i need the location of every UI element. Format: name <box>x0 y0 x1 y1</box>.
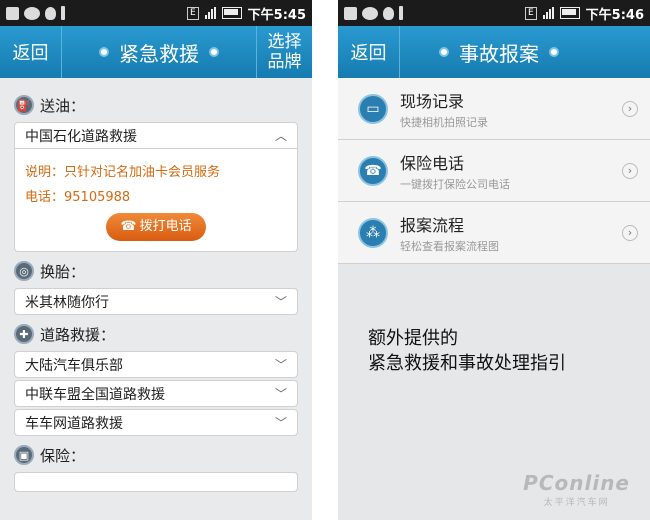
battery-icon <box>559 7 580 19</box>
chevron-down-icon: ﹀ <box>274 387 287 401</box>
chevron-down-icon: ﹀ <box>274 295 287 309</box>
feature-caption: 额外提供的 紧急救援和事故处理指引 <box>368 326 566 376</box>
fuel-provider-value: 中国石化道路救援 <box>25 128 137 145</box>
road-provider-select[interactable]: 大陆汽车俱乐部 ﹀ <box>14 351 298 378</box>
road-provider-value: 中联车盟全国道路救援 <box>25 386 165 403</box>
telephone-icon: ☎ <box>120 219 137 234</box>
page-title-wrap: 紧急救援 <box>62 38 256 67</box>
debug-icon <box>383 6 394 20</box>
signal-icon <box>542 7 554 19</box>
section-insurance: ▣ 保险： <box>14 442 298 468</box>
list-item-subtitle: 一键拨打保险公司电话 <box>400 177 510 191</box>
section-fuel-label: 送油： <box>40 96 86 115</box>
nav-bar: 返回 事故报案 <box>338 26 650 78</box>
road-rescue-icon: ✚ <box>14 324 34 344</box>
back-button[interactable]: 返回 <box>338 26 400 78</box>
road-provider-select[interactable]: 车车网道路救援 ﹀ <box>14 409 298 436</box>
watermark-subtitle: 太平洋汽车网 <box>543 498 610 508</box>
title-dot-icon <box>549 47 559 57</box>
chevron-right-icon: › <box>622 162 638 179</box>
list-item-title: 报案流程 <box>400 215 465 235</box>
list-item-scene-record[interactable]: ▭ 现场记录 快捷相机拍照记录 › <box>338 78 650 140</box>
section-fuel: ⛽ 送油： <box>14 92 298 118</box>
road-provider-value: 车车网道路救援 <box>25 415 123 432</box>
list-item-insurance-phone[interactable]: ☎ 保险电话 一键拨打保险公司电话 › <box>338 140 650 202</box>
left-phone-screen: E 下午5:45 返回 紧急救援 选择 品牌 ⛽ 送油： 中国石化道路救援 ︿ 说… <box>0 0 312 520</box>
fuel-phone: 电话：95105988 <box>25 190 131 205</box>
section-insurance-label: 保险： <box>40 446 86 465</box>
notification-icon <box>344 6 357 20</box>
section-tire-label: 换胎： <box>40 262 86 281</box>
select-brand-line1: 选择 <box>267 32 302 52</box>
flow-icon: ⁂ <box>358 217 388 248</box>
chevron-down-icon: ﹀ <box>274 416 287 430</box>
status-bar: E 下午5:46 <box>338 0 650 26</box>
cloud-icon <box>24 6 40 20</box>
chevron-right-icon: › <box>622 100 638 117</box>
cloud-icon <box>362 6 378 20</box>
title-dot-icon <box>99 47 109 57</box>
road-provider-value: 大陆汽车俱乐部 <box>25 357 123 374</box>
fuel-icon: ⛽ <box>14 95 34 115</box>
signal-icon <box>204 7 216 19</box>
tire-provider-value: 米其林随你行 <box>25 294 109 311</box>
battery-icon <box>221 7 242 19</box>
caption-line-2: 紧急救援和事故处理指引 <box>368 353 566 374</box>
tire-icon: ◎ <box>14 261 34 281</box>
title-dot-icon <box>209 47 219 57</box>
debug-icon <box>45 6 56 20</box>
call-button[interactable]: ☎ 拨打电话 <box>106 213 206 241</box>
fuel-provider-select[interactable]: 中国石化道路救援 ︿ <box>14 122 298 149</box>
nav-bar: 返回 紧急救援 选择 品牌 <box>0 26 312 78</box>
network-type-badge: E <box>524 6 537 20</box>
tire-provider-select[interactable]: 米其林随你行 ﹀ <box>14 288 298 315</box>
watermark-logo: PConline <box>523 471 630 495</box>
fuel-note: 说明：只针对记名加油卡会员服务 <box>25 165 221 180</box>
call-button-label: 拨打电话 <box>139 219 192 234</box>
telephone-icon: ☎ <box>358 155 388 186</box>
page-title: 紧急救援 <box>119 41 199 66</box>
status-time: 下午5:45 <box>247 7 306 23</box>
right-phone-screen: E 下午5:46 返回 事故报案 ▭ 现场记录 快捷相机拍照记录 › ☎ 保险电… <box>338 0 650 520</box>
insurance-provider-select[interactable] <box>14 472 298 492</box>
chevron-right-icon: › <box>622 224 638 241</box>
chevron-up-icon: ︿ <box>274 129 287 143</box>
watermark: PConline 太平洋汽车网 <box>523 471 630 508</box>
list-item-report-flow[interactable]: ⁂ 报案流程 轻松查看报案流程图 › <box>338 202 650 264</box>
list-item-subtitle: 轻松查看报案流程图 <box>400 239 499 253</box>
status-time: 下午5:46 <box>585 7 644 23</box>
lock-icon: ▣ <box>14 445 34 465</box>
rescue-content: ⛽ 送油： 中国石化道路救援 ︿ 说明：只针对记名加油卡会员服务 电话：9510… <box>0 78 312 492</box>
network-type-badge: E <box>186 6 199 20</box>
page-title: 事故报案 <box>459 41 539 66</box>
usb-icon <box>61 6 65 20</box>
list-item-title: 保险电话 <box>400 153 465 173</box>
accident-menu-list: ▭ 现场记录 快捷相机拍照记录 › ☎ 保险电话 一键拨打保险公司电话 › ⁂ … <box>338 78 650 264</box>
road-provider-select[interactable]: 中联车盟全国道路救援 ﹀ <box>14 380 298 407</box>
fuel-info-panel: 说明：只针对记名加油卡会员服务 电话：95105988 ☎ 拨打电话 <box>14 149 298 252</box>
section-road: ✚ 道路救援： <box>14 321 298 347</box>
chevron-down-icon: ﹀ <box>274 358 287 372</box>
usb-icon <box>399 6 403 20</box>
camera-icon: ▭ <box>358 93 388 124</box>
caption-line-1: 额外提供的 <box>368 328 458 349</box>
title-dot-icon <box>439 47 449 57</box>
list-item-subtitle: 快捷相机拍照记录 <box>400 115 488 129</box>
select-brand-line2: 品牌 <box>267 52 302 72</box>
back-button[interactable]: 返回 <box>0 26 62 78</box>
notification-icon <box>6 6 19 20</box>
section-road-label: 道路救援： <box>40 325 116 344</box>
page-title-wrap: 事故报案 <box>400 38 598 67</box>
list-item-title: 现场记录 <box>400 91 465 111</box>
select-brand-button[interactable]: 选择 品牌 <box>256 26 312 78</box>
section-tire: ◎ 换胎： <box>14 258 298 284</box>
status-bar: E 下午5:45 <box>0 0 312 26</box>
